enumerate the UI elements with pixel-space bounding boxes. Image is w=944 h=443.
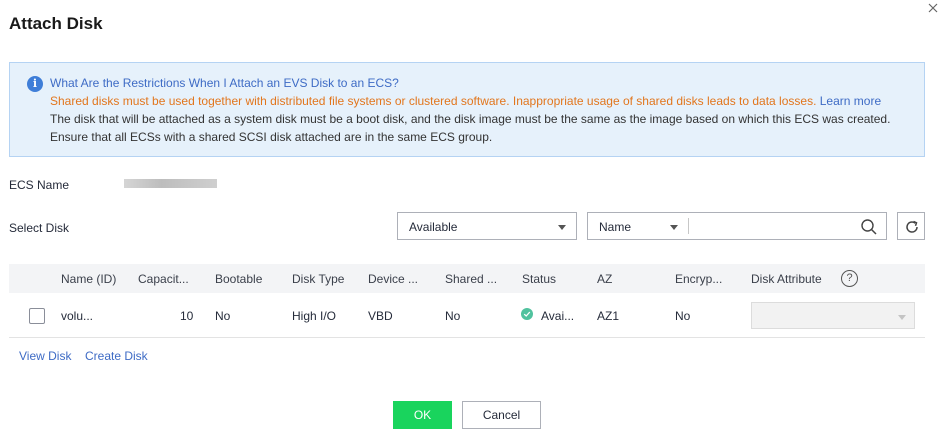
help-icon[interactable]: ? xyxy=(841,270,858,287)
disk-table-header: Name (ID) Capacit... Bootable Disk Type … xyxy=(9,264,925,293)
learn-more-link[interactable]: Learn more xyxy=(820,94,881,108)
ecs-name-value-redacted xyxy=(124,179,217,188)
capacity-cell: 10 xyxy=(180,309,194,323)
column-header[interactable]: Device ... xyxy=(368,272,418,286)
create-disk-link[interactable]: Create Disk xyxy=(85,349,148,363)
chevron-down-icon xyxy=(898,315,906,320)
select-disk-label: Select Disk xyxy=(9,221,70,235)
column-header: Disk Attribute xyxy=(751,272,822,286)
column-header[interactable]: AZ xyxy=(597,272,612,286)
restrictions-notice: i What Are the Restrictions When I Attac… xyxy=(9,62,925,157)
search-icon[interactable] xyxy=(860,218,878,236)
column-header[interactable]: Name (ID) xyxy=(61,272,116,286)
chevron-down-icon[interactable] xyxy=(670,225,678,230)
notice-heading: What Are the Restrictions When I Attach … xyxy=(50,76,399,90)
chevron-down-icon xyxy=(558,225,566,230)
column-header[interactable]: Bootable xyxy=(215,272,262,286)
az-cell: AZ1 xyxy=(597,309,620,323)
search-field-select[interactable]: Name xyxy=(599,220,631,234)
status-ok-icon xyxy=(521,308,533,320)
notice-warning-text: Shared disks must be used together with … xyxy=(50,94,817,108)
dialog-title: Attach Disk xyxy=(9,14,103,33)
column-header[interactable]: Capacit... xyxy=(138,272,189,286)
shared-cell: No xyxy=(445,309,461,323)
column-header[interactable]: Encryp... xyxy=(675,272,722,286)
refresh-icon xyxy=(906,220,918,233)
table-row[interactable]: volu... 10 No High I/O VBD No Avai... AZ… xyxy=(9,293,925,338)
ecs-name-label: ECS Name xyxy=(9,178,70,192)
bootable-cell: No xyxy=(215,309,231,323)
disk-type-cell: High I/O xyxy=(292,309,337,323)
refresh-button[interactable] xyxy=(897,212,925,240)
column-header[interactable]: Shared ... xyxy=(445,272,497,286)
ok-button[interactable]: OK xyxy=(393,401,452,429)
search-input[interactable] xyxy=(692,215,852,237)
close-icon[interactable] xyxy=(926,1,940,15)
cancel-button[interactable]: Cancel xyxy=(462,401,541,429)
notice-boot-disk: The disk that will be attached as a syst… xyxy=(50,112,891,126)
search-divider xyxy=(688,218,689,234)
view-disk-link[interactable]: View Disk xyxy=(19,349,71,363)
device-cell: VBD xyxy=(368,309,393,323)
search-box: Name xyxy=(587,212,887,240)
row-select-checkbox[interactable] xyxy=(29,308,45,324)
status-filter-select[interactable]: Available xyxy=(397,212,577,240)
encryption-cell: No xyxy=(675,309,691,323)
column-header[interactable]: Status xyxy=(522,272,556,286)
status-filter-value: Available xyxy=(409,220,458,234)
column-header[interactable]: Disk Type xyxy=(292,272,344,286)
disk-name-cell[interactable]: volu... xyxy=(61,309,93,323)
notice-ecs-group: Ensure that all ECSs with a shared SCSI … xyxy=(50,130,493,144)
notice-warning: Shared disks must be used together with … xyxy=(50,94,881,108)
disk-attribute-select[interactable] xyxy=(751,302,915,329)
info-icon: i xyxy=(27,76,43,92)
status-cell: Avai... xyxy=(541,309,575,323)
